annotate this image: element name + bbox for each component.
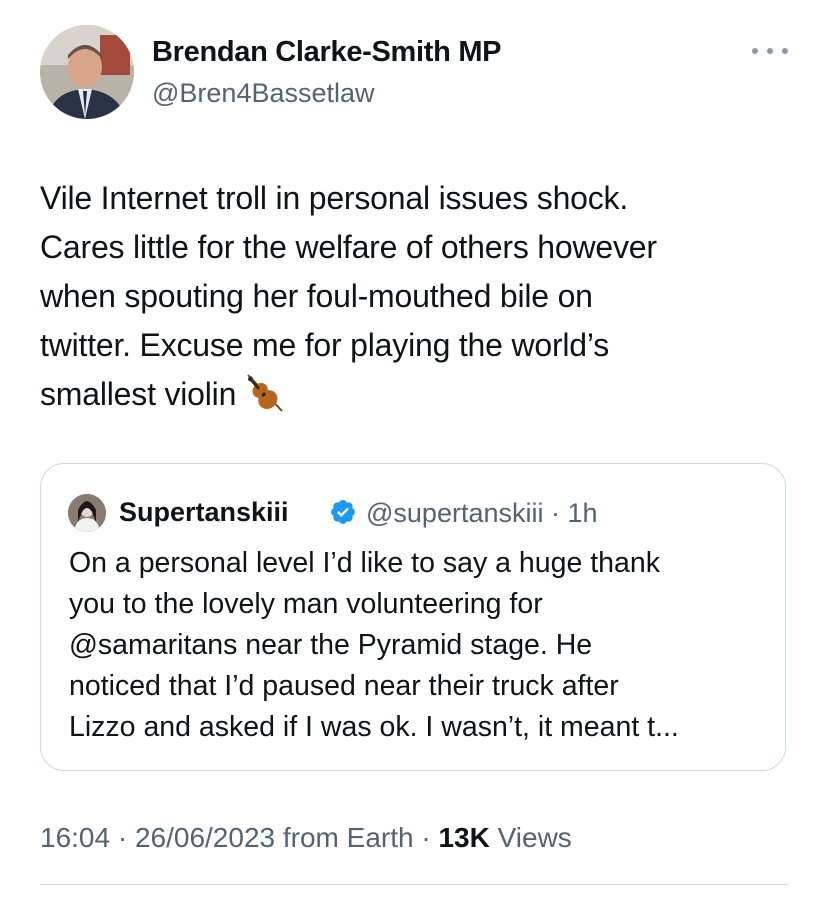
violin-icon [247,374,283,412]
quoted-tweet-card[interactable]: Supertanskiii @supertanskiii · 1h On a p… [40,463,786,771]
author-name[interactable]: Brendan Clarke-Smith MP [152,36,502,69]
quoted-text-line: noticed that I’d paused near their truck… [69,670,619,702]
tweet-text-line: twitter. Excuse me for playing the world… [40,327,610,363]
quoted-text-line: On a personal level I’d like to say a hu… [69,547,660,579]
views-label: Views [489,822,572,853]
tweet-metadata: 16:04 · 26/06/2023 from Earth · 13K View… [40,822,572,854]
verified-badge-icon [331,500,355,524]
tweet-text-line: smallest violin [40,376,237,412]
quoted-author-name[interactable]: Supertanskiii [119,497,289,528]
tweet-timestamp[interactable]: 16:04 · 26/06/2023 from Earth · [40,822,438,853]
quoted-avatar-photo-icon [68,494,106,532]
tweet-text-line: Cares little for the welfare of others h… [40,229,657,265]
quoted-author-avatar[interactable] [68,494,106,532]
quoted-text-line: @samaritans near the Pyramid stage. He [69,629,593,661]
tweet-text: Vile Internet troll in personal issues s… [40,174,800,419]
quoted-text-line: you to the lovely man volunteering for [69,588,543,620]
author-handle[interactable]: @Bren4Bassetlaw [152,78,375,109]
tweet-text-line-last: smallest violin [40,370,800,419]
views-count[interactable]: 13K [438,822,489,853]
divider [40,884,788,885]
quoted-tweet-text: On a personal level I’d like to say a hu… [69,543,769,748]
quoted-author-handle-time[interactable]: @supertanskiii · 1h [366,498,598,529]
more-options-icon[interactable] [752,42,788,60]
tweet-text-line: Vile Internet troll in personal issues s… [40,180,629,216]
quoted-text-line: Lizzo and asked if I was ok. I wasn’t, i… [69,711,679,743]
author-avatar[interactable] [40,25,134,119]
avatar-photo-icon [40,25,134,119]
tweet-text-line: when spouting her foul-mouthed bile on [40,278,593,314]
